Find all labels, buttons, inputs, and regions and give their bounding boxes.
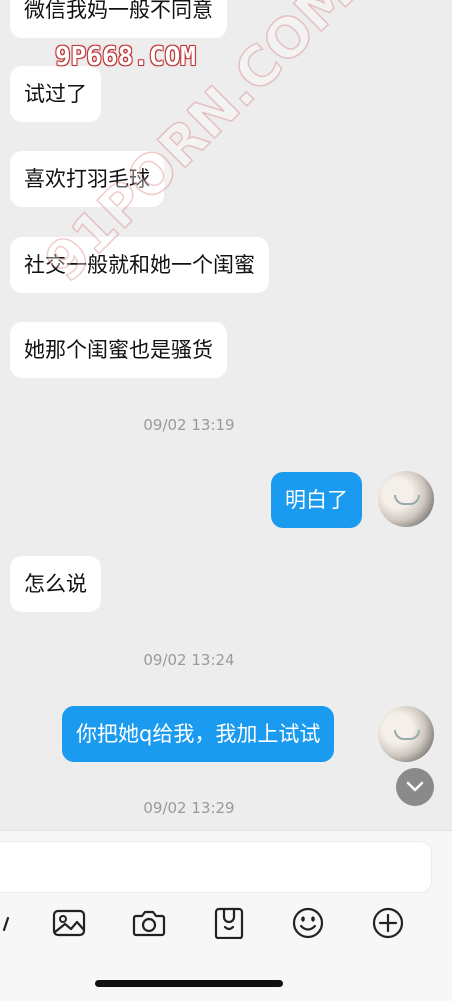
watermark-logo: 9P668.COM: [55, 42, 196, 72]
timestamp: 09/02 13:19: [143, 416, 235, 434]
home-indicator: [95, 980, 283, 987]
image-icon[interactable]: [51, 905, 87, 941]
composer-bar: [0, 830, 452, 1001]
partial-icon: [0, 905, 22, 941]
message-bubble-incoming[interactable]: 怎么说: [10, 556, 101, 612]
avatar[interactable]: [378, 471, 434, 527]
message-input[interactable]: [0, 841, 432, 893]
message-bubble-incoming[interactable]: 试过了: [10, 66, 101, 122]
add-icon[interactable]: [370, 905, 406, 941]
message-bubble-outgoing[interactable]: 明白了: [271, 472, 362, 528]
message-bubble-outgoing[interactable]: 你把她q给我，我加上试试: [62, 706, 335, 762]
scroll-down-button[interactable]: [396, 768, 434, 806]
avatar[interactable]: [378, 706, 434, 762]
camera-icon[interactable]: [131, 905, 167, 941]
timestamp: 09/02 13:29: [143, 799, 235, 817]
chevron-down-icon: [406, 781, 424, 792]
sticker-icon[interactable]: [211, 905, 247, 941]
message-bubble-incoming[interactable]: 微信我妈一般不同意: [10, 0, 227, 38]
timestamp: 09/02 13:24: [143, 651, 235, 669]
toolbar: [0, 903, 452, 943]
emoji-icon[interactable]: [290, 905, 326, 941]
message-bubble-incoming[interactable]: 她那个闺蜜也是骚货: [10, 322, 227, 378]
chat-area: 微信我妈一般不同意 试过了 喜欢打羽毛球 社交一般就和她一个闺蜜 她那个闺蜜也是…: [0, 0, 452, 830]
